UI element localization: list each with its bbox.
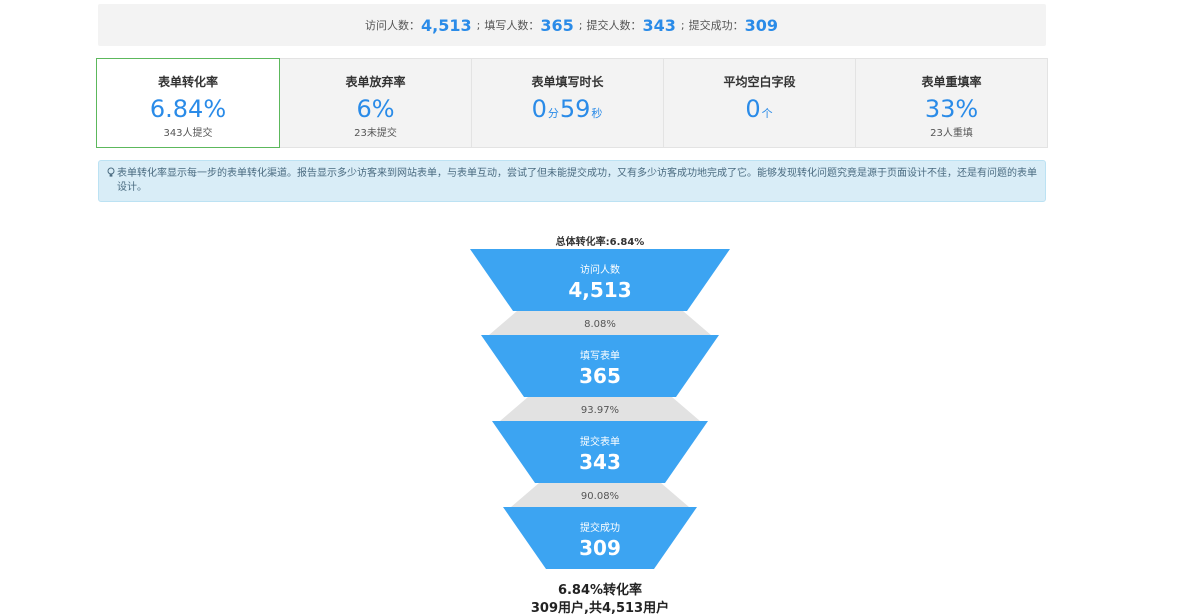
kpi-value: 6% [356,95,395,123]
funnel-conversion-label: 8.08% [584,319,616,330]
kpi-tab-fill-duration[interactable]: 表单填写时长 0分59秒 [472,58,664,148]
kpi-title: 表单放弃率 [345,75,406,89]
success-count: 309 [744,15,778,35]
seconds-unit: 秒 [591,107,603,120]
funnel-stage-value: 4,513 [568,278,631,302]
funnel-conversion-label: 90.08% [581,491,619,502]
kpi-value: 33% [924,95,979,123]
kpi-title: 表单填写时长 [531,75,604,89]
kpi-tabs: 表单转化率 6.84% 343人提交 表单放弃率 6% 23未提交 表单填写时长… [96,58,1048,148]
minutes-unit: 分 [547,107,559,120]
submit-label: 提交人数： [586,19,642,32]
info-text: 表单转化率显示每一步的表单转化渠道。报告显示多少访客来到网站表单，与表单互动，尝… [117,168,1037,193]
funnel-stage-label: 访问人数 [580,263,620,276]
funnel-stage-value: 309 [579,536,621,560]
kpi-title: 表单重填率 [921,75,982,89]
conversion-result: 6.84%转化率 [557,583,643,598]
separator: ; [578,18,583,32]
funnel-stage-value: 343 [579,450,621,474]
funnel-stage-label: 提交成功 [580,521,620,534]
separator: ; [476,18,481,32]
seconds-value: 59 [559,95,591,123]
kpi-sub: 23未提交 [354,128,397,139]
success-label: 提交成功： [688,19,744,32]
fill-count: 365 [540,15,574,35]
info-box: 表单转化率显示每一步的表单转化渠道。报告显示多少访客来到网站表单，与表单互动，尝… [98,160,1046,202]
kpi-title: 平均空白字段 [723,75,796,89]
visits-count: 4,513 [421,15,472,35]
separator: ; [680,18,685,32]
kpi-value: 0分59秒 [532,95,604,128]
lightbulb-icon [107,167,115,195]
submit-count: 343 [642,15,676,35]
kpi-tab-blank-fields[interactable]: 平均空白字段 0个 [664,58,856,148]
kpi-sub: 343人提交 [163,128,213,139]
blank-fields-unit: 个 [761,107,773,120]
visits-label: 访问人数： [365,19,420,32]
funnel-stage-value: 365 [579,364,621,388]
funnel-stage-label: 提交表单 [580,435,620,448]
kpi-tab-conversion-rate[interactable]: 表单转化率 6.84% 343人提交 [96,58,280,148]
kpi-value: 0个 [745,95,773,128]
blank-fields-value: 0 [745,95,761,123]
funnel-conversion-label: 93.97% [581,405,619,416]
kpi-tab-abandon-rate[interactable]: 表单放弃率 6% 23未提交 [280,58,472,148]
minutes-value: 0 [531,95,547,123]
kpi-tab-refill-rate[interactable]: 表单重填率 33% 23人重填 [856,58,1048,148]
kpi-sub: 23人重填 [930,128,973,139]
users-result: 309用户,共4,513用户 [530,601,670,616]
kpi-title: 表单转化率 [157,75,218,89]
fill-label: 填写人数： [484,19,540,32]
funnel-chart: 8.08% 访问人数 4,513 93.97% 填写表单 365 90.08% 提交表单 343… [470,249,730,569]
summary-bar: 访问人数： 4,513 ; 填写人数： 365 ; 提交人数： 343 ; 提交… [98,4,1046,46]
funnel-stage-label: 填写表单 [580,349,620,362]
kpi-value: 6.84% [149,95,227,123]
